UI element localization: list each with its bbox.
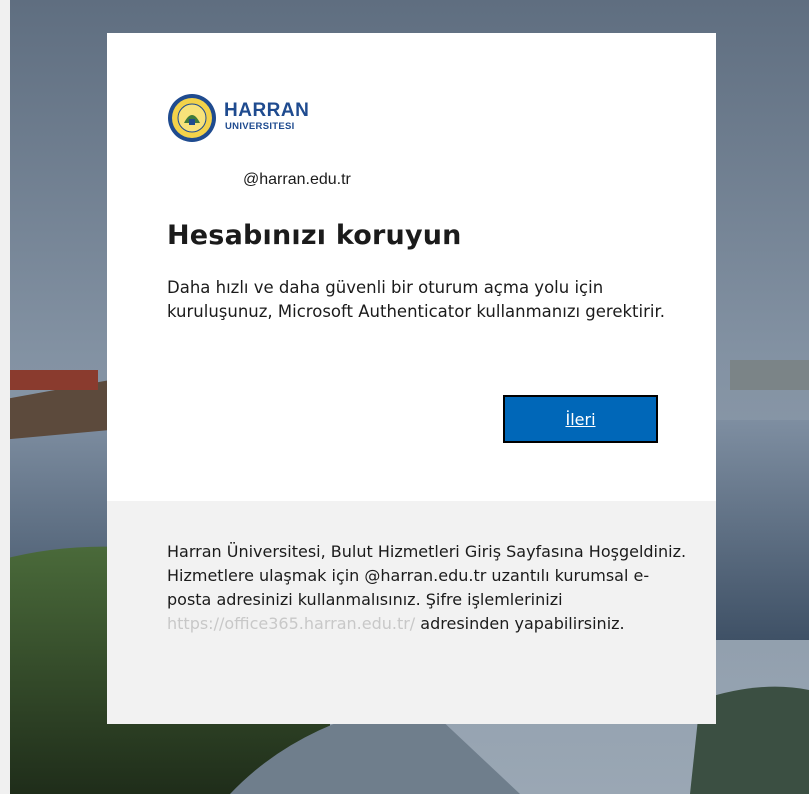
description-text: Daha hızlı ve daha güvenli bir oturum aç… xyxy=(167,278,665,321)
logo-text-universitesi: UNIVERSITESI xyxy=(225,121,295,132)
university-logo: HARRAN UNIVERSITESI xyxy=(167,93,347,149)
info-text-main: Harran Üniversitesi, Bulut Hizmetleri Gi… xyxy=(167,542,687,609)
info-text: Harran Üniversitesi, Bulut Hizmetleri Gi… xyxy=(167,540,687,636)
page-title: Hesabınızı koruyun xyxy=(167,220,462,251)
university-seal-icon xyxy=(168,94,216,142)
window-frame-edge xyxy=(0,0,10,794)
password-portal-link[interactable]: https://office365.harran.edu.tr/ xyxy=(167,614,415,633)
user-identity: @harran.edu.tr xyxy=(243,171,351,188)
next-button[interactable]: İleri xyxy=(503,395,658,443)
signin-card: HARRAN UNIVERSITESI @harran.edu.tr Hesab… xyxy=(107,33,716,501)
logo-text-harran: HARRAN xyxy=(224,100,310,121)
info-box: Harran Üniversitesi, Bulut Hizmetleri Gi… xyxy=(107,501,716,724)
info-text-end: adresinden yapabilirsiniz. xyxy=(415,614,625,633)
